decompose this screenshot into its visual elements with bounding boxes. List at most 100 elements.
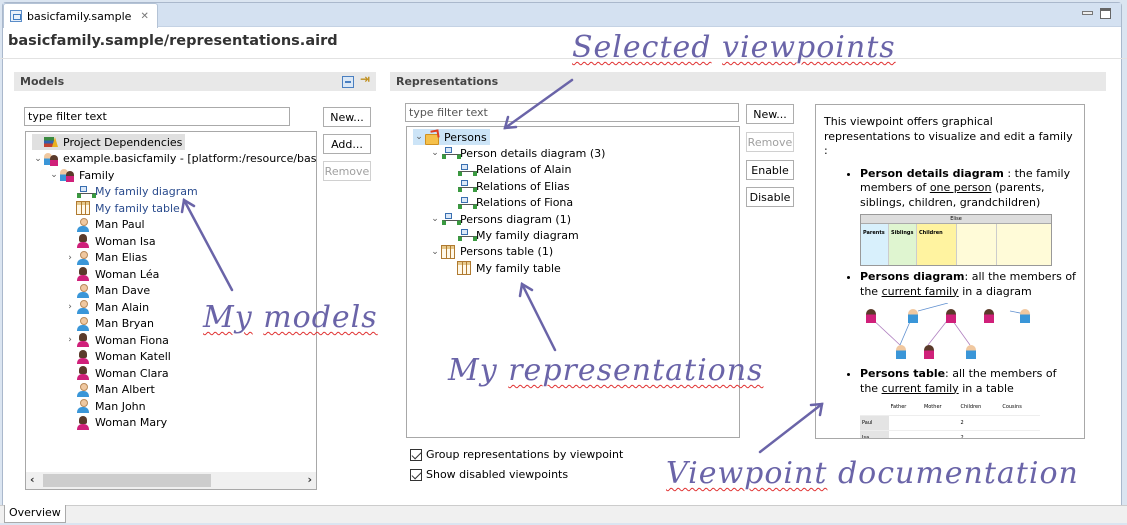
tree-item[interactable]: ⌄ Persons table (1) xyxy=(429,244,553,260)
preview-col: Children xyxy=(917,224,957,265)
doc-text: in a table xyxy=(958,381,1014,395)
preview-table-header: Children xyxy=(958,400,1001,416)
scrollbar-thumb[interactable] xyxy=(43,474,211,487)
tree-item[interactable]: Relations of Elias xyxy=(445,178,570,194)
show-disabled-viewpoints-checkbox[interactable]: Show disabled viewpoints xyxy=(410,468,568,481)
tree-item[interactable]: My family diagram xyxy=(64,184,198,200)
annotation-word: viewpoints xyxy=(722,30,896,65)
tree-item[interactable]: Woman Léa xyxy=(64,266,159,282)
collapse-all-icon[interactable] xyxy=(342,76,354,88)
tree-item[interactable]: ⌄ Person details diagram (3) xyxy=(429,145,605,161)
doc-sep: : xyxy=(964,270,972,283)
tree-item-label: Man Elias xyxy=(95,251,148,264)
models-add-button[interactable]: Add... xyxy=(323,134,371,154)
chevron-down-icon[interactable]: ⌄ xyxy=(429,247,441,257)
woman-icon xyxy=(866,309,876,323)
models-new-button[interactable]: New... xyxy=(323,107,371,127)
tree-item[interactable]: ⌄ example.basicfamily - [platform:/resour… xyxy=(32,151,317,167)
editor-tab[interactable]: basicfamily.sample ✕ xyxy=(3,3,158,28)
tab-overview[interactable]: Overview xyxy=(4,505,66,523)
preview-table-cell xyxy=(1000,430,1040,438)
tree-item[interactable]: Woman Katell xyxy=(64,349,171,365)
woman-icon xyxy=(76,366,90,380)
tree-item[interactable]: Man John xyxy=(64,398,146,414)
man-icon xyxy=(896,345,906,359)
doc-item-title: Persons diagram xyxy=(860,270,965,283)
scroll-right-icon[interactable]: › xyxy=(307,473,312,486)
checkbox-label: Show disabled viewpoints xyxy=(426,468,569,481)
annotation-word: Selected xyxy=(572,30,712,65)
tree-item-label: My family diagram xyxy=(95,185,198,198)
checkbox-box[interactable] xyxy=(410,468,422,481)
representations-filter-input[interactable] xyxy=(405,103,739,122)
annotation-word: My xyxy=(203,300,253,335)
tree-item[interactable]: Project Dependencies xyxy=(32,134,186,150)
group-by-viewpoint-checkbox[interactable]: Group representations by viewpoint xyxy=(410,448,623,461)
tree-item[interactable]: Relations of Alain xyxy=(445,162,571,178)
preview-table-cell xyxy=(921,415,959,431)
models-section-header[interactable]: Models xyxy=(14,72,376,91)
tree-item[interactable]: › Woman Fiona xyxy=(64,332,169,348)
tree-item[interactable]: Woman Isa xyxy=(64,233,156,249)
tree-item-label: Relations of Alain xyxy=(476,163,572,177)
scroll-left-icon[interactable]: ‹ xyxy=(30,473,35,486)
tree-item[interactable]: My family table xyxy=(64,200,180,216)
table-icon xyxy=(441,244,455,259)
maximize-icon[interactable] xyxy=(1100,8,1111,19)
chevron-down-icon[interactable]: ⌄ xyxy=(413,132,425,142)
chevron-right-icon[interactable]: › xyxy=(64,253,76,263)
page-title: basicfamily.sample/representations.aird xyxy=(8,33,338,49)
enable-button[interactable]: Enable xyxy=(746,160,794,180)
woman-icon xyxy=(924,345,934,359)
representations-new-button[interactable]: New... xyxy=(746,104,794,124)
tree-item[interactable]: ⌄ Family xyxy=(48,167,114,183)
minimize-icon[interactable] xyxy=(1082,11,1093,15)
preview-table-row: Paul 2 xyxy=(860,415,1040,431)
tree-item[interactable]: Woman Clara xyxy=(64,365,169,381)
tree-item[interactable]: Woman Mary xyxy=(64,415,167,431)
tree-item-label: Persons table (1) xyxy=(460,245,554,259)
tree-item[interactable]: Man Bryan xyxy=(64,316,154,332)
tree-item[interactable]: ⌄ Persons diagram (1) xyxy=(429,211,571,227)
chevron-down-icon[interactable]: ⌄ xyxy=(429,214,441,224)
link-with-editor-icon[interactable] xyxy=(360,72,372,88)
tree-item-label: example.basicfamily - [platform:/resourc… xyxy=(63,152,317,165)
horizontal-scrollbar[interactable]: ‹ › xyxy=(26,472,316,489)
chevron-down-icon[interactable]: ⌄ xyxy=(429,148,441,158)
tree-item[interactable]: Man Dave xyxy=(64,283,150,299)
chevron-down-icon[interactable]: ⌄ xyxy=(32,154,44,164)
chevron-down-icon[interactable]: ⌄ xyxy=(48,170,60,180)
representations-remove-button[interactable]: Remove xyxy=(746,132,794,152)
chevron-right-icon[interactable]: › xyxy=(64,302,76,312)
tree-item[interactable]: My family diagram xyxy=(445,227,579,243)
close-icon[interactable]: ✕ xyxy=(140,11,148,22)
table-icon xyxy=(76,201,90,215)
representations-tree[interactable]: ⌄ Persons ⌄ Person details diagram (3) Relat… xyxy=(406,126,740,438)
disable-button[interactable]: Disable xyxy=(746,187,794,207)
models-remove-button[interactable]: Remove xyxy=(323,161,371,181)
preview-table-cell xyxy=(921,430,959,438)
doc-underlined: current family xyxy=(881,284,959,298)
tree-item-label: My family table xyxy=(476,261,561,275)
tree-item[interactable]: Man Albert xyxy=(64,382,155,398)
annotation-word: Viewpoint xyxy=(666,456,828,491)
annotation-my-representations: My representations xyxy=(448,353,763,388)
doc-text: in a diagram xyxy=(958,284,1032,298)
tree-item[interactable]: My family table xyxy=(445,260,561,276)
tree-item[interactable]: Relations of Fiona xyxy=(445,195,573,211)
man-icon xyxy=(966,345,976,359)
chevron-right-icon[interactable]: › xyxy=(64,335,76,345)
tree-item[interactable]: ⌄ Persons xyxy=(413,129,490,145)
man-icon xyxy=(1020,309,1030,323)
doc-underlined: one person xyxy=(929,181,992,194)
tree-item-label: My family table xyxy=(95,201,180,215)
preview-table-header xyxy=(860,400,889,416)
models-filter-input[interactable] xyxy=(24,107,290,126)
family-icon xyxy=(60,168,74,182)
tree-item[interactable]: › Man Alain xyxy=(64,299,149,315)
tree-item-label: Woman Isa xyxy=(95,234,156,248)
woman-icon xyxy=(76,267,90,281)
tree-item[interactable]: › Man Elias xyxy=(64,250,147,266)
checkbox-box[interactable] xyxy=(410,448,422,461)
tree-item[interactable]: Man Paul xyxy=(64,217,145,233)
